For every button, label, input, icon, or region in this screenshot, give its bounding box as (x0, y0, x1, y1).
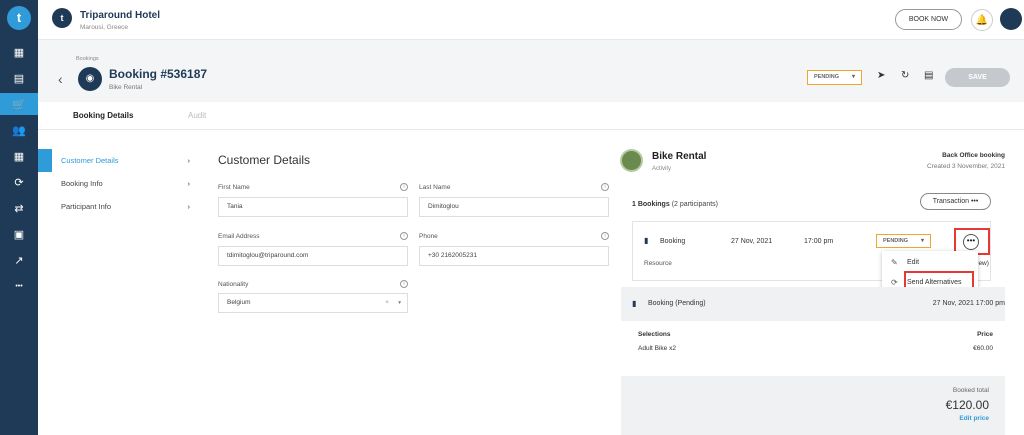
total-block: Booked total €120.00 Edit price (621, 376, 1005, 435)
avatar[interactable] (1000, 8, 1022, 30)
activity-subtitle: Activity (652, 166, 672, 172)
sync-icon[interactable]: ⟳ (0, 171, 38, 193)
section-title: Customer Details (218, 153, 311, 167)
top-bar: t Triparound Hotel Marousi, Greece BOOK … (38, 0, 1024, 40)
book-now-button[interactable]: BOOK NOW (895, 9, 962, 30)
back-arrow-icon[interactable]: ‹ (58, 71, 63, 87)
booking-time: 17:00 pm (804, 238, 834, 245)
main-content: Customer Details › Booking Info › Partic… (38, 130, 1024, 435)
section-nav-booking-info[interactable]: Booking Info › (52, 172, 198, 195)
info-icon[interactable]: i (400, 280, 408, 288)
booking-compass-icon: ◉ (78, 67, 102, 91)
participants-count: (2 participants) (671, 201, 718, 208)
nationality-select[interactable]: Belgium × ▾ (218, 293, 408, 313)
section-nav-label: Customer Details (61, 156, 119, 165)
pending-booking-date: 27 Nov, 2021 17:00 pm (932, 300, 1005, 307)
send-icon[interactable]: ➤ (877, 70, 885, 81)
info-icon[interactable]: i (400, 232, 408, 240)
refresh-icon[interactable]: ↻ (901, 70, 909, 81)
created-date: Created 3 November, 2021 (926, 163, 1005, 170)
grid-icon[interactable]: ▦ (0, 145, 38, 167)
chart-icon[interactable]: ↗ (0, 249, 38, 271)
pending-booking-row: ▮ Booking (Pending) 27 Nov, 2021 17:00 p… (621, 287, 1005, 321)
save-button[interactable]: SAVE (945, 68, 1010, 87)
tab-audit[interactable]: Audit (188, 111, 206, 120)
selection-item: Adult Bike x2 (638, 345, 676, 352)
section-nav-participant-info[interactable]: Participant Info › (52, 195, 198, 218)
status-dropdown[interactable]: PENDING ▾ (807, 70, 862, 85)
activity-image (620, 149, 643, 172)
view-link[interactable]: iew) (977, 260, 989, 267)
info-icon[interactable]: i (601, 232, 609, 240)
last-name-label: Last Name (419, 184, 451, 191)
chevron-down-icon: ▾ (851, 74, 855, 80)
total-label: Booked total (952, 387, 989, 394)
pending-booking-label: Booking (Pending) (648, 300, 706, 307)
cart-icon[interactable]: 🛒 (0, 93, 38, 115)
book-icon: ▮ (632, 299, 637, 308)
section-nav-customer-details[interactable]: Customer Details › (38, 149, 198, 172)
phone-field[interactable]: +30 2162005231 (419, 246, 609, 266)
hotel-name: Triparound Hotel (80, 10, 160, 21)
dashboard-icon[interactable]: ▦ (0, 41, 38, 63)
print-icon[interactable]: ▤ (924, 70, 933, 81)
info-icon[interactable]: i (400, 183, 408, 191)
nationality-label: Nationality (218, 281, 249, 288)
calendar-icon[interactable]: ▤ (0, 67, 38, 89)
menu-item-edit[interactable]: ✎ Edit (882, 253, 978, 273)
booking-label: Booking (660, 238, 686, 245)
chevron-right-icon: › (187, 156, 191, 165)
clear-icon[interactable]: × (385, 294, 389, 312)
phone-label: Phone (419, 233, 438, 240)
status-label: PENDING (814, 74, 840, 80)
app-logo[interactable]: t (7, 6, 31, 30)
status-label: PENDING (883, 238, 909, 244)
section-nav-label: Booking Info (61, 179, 103, 188)
tab-booking-details[interactable]: Booking Details (73, 111, 133, 120)
booking-date: 27 Nov, 2021 (731, 238, 773, 245)
pencil-icon: ✎ (891, 258, 898, 267)
selections-header: Selections (638, 331, 671, 338)
page-header: Bookings ‹ ◉ Booking #536187 Bike Rental… (38, 40, 1024, 102)
page-title: Booking #536187 (109, 67, 208, 81)
chevron-right-icon: › (187, 202, 191, 211)
bookings-count: 1 Bookings (2 participants) (632, 201, 718, 208)
users-icon[interactable]: 👥 (0, 119, 38, 141)
bell-icon[interactable]: 🔔 (971, 9, 993, 31)
price-header: Price (977, 331, 993, 338)
section-nav-label: Participant Info (61, 202, 112, 211)
edit-price-link[interactable]: Edit price (959, 415, 989, 422)
first-name-field[interactable]: Tania (218, 197, 408, 217)
first-name-label: First Name (218, 184, 250, 191)
page-subtitle: Bike Rental (109, 84, 143, 91)
total-value: €120.00 (945, 398, 989, 412)
hotel-logo: t (52, 8, 72, 28)
sidebar: t ▦ ▤ 🛒 👥 ▦ ⟳ ⇄ ▣ ↗ ••• (0, 0, 38, 435)
nationality-value: Belgium (227, 299, 251, 306)
menu-item-label: Edit (907, 259, 920, 266)
booking-status-dropdown[interactable]: PENDING ▾ (876, 234, 931, 248)
resource-label: Resource (644, 260, 672, 267)
email-label: Email Address (218, 233, 260, 240)
email-field[interactable]: tdimitoglou@triparound.com (218, 246, 408, 266)
info-icon[interactable]: i (601, 183, 609, 191)
breadcrumb[interactable]: Bookings (76, 56, 99, 62)
booking-source: Back Office booking (942, 152, 1005, 159)
activity-title: Bike Rental (652, 151, 707, 162)
more-icon[interactable]: ••• (0, 275, 38, 297)
tabs-bar: Booking Details Audit (38, 102, 1024, 130)
last-name-field[interactable]: Dimitoglou (419, 197, 609, 217)
chevron-down-icon[interactable]: ▾ (398, 294, 401, 312)
bookings-count-strong: 1 Bookings (632, 201, 670, 208)
section-nav: Customer Details › Booking Info › Partic… (38, 149, 198, 218)
hotel-location: Marousi, Greece (80, 24, 129, 31)
book-icon: ▮ (644, 236, 649, 245)
briefcase-icon[interactable]: ▣ (0, 223, 38, 245)
chevron-right-icon: › (187, 179, 191, 188)
transfer-icon[interactable]: ⇄ (0, 197, 38, 219)
chevron-down-icon: ▾ (920, 238, 924, 244)
transaction-button[interactable]: Transaction ••• (920, 193, 991, 210)
selection-price: €60.00 (973, 345, 993, 352)
